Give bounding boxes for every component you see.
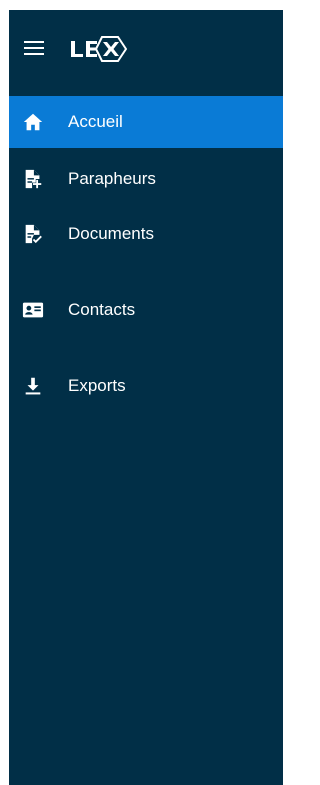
nav-item-exports[interactable]: Exports: [9, 360, 283, 412]
download-icon: [25, 377, 41, 395]
nav-item-label: Parapheurs: [68, 169, 156, 188]
nav-item-accueil[interactable]: Accueil: [9, 96, 283, 148]
nav-item-contacts[interactable]: Contacts: [9, 284, 283, 336]
nav-item-label: Documents: [68, 224, 154, 243]
hamburger-menu-icon[interactable]: [24, 40, 44, 56]
nav-item-label: Exports: [68, 376, 126, 395]
sidebar-header: [9, 10, 283, 94]
nav-item-parapheurs[interactable]: Parapheurs: [9, 153, 283, 205]
nav-item-label: Contacts: [68, 300, 136, 319]
nav-item-documents[interactable]: Documents: [9, 208, 283, 260]
contact-card-icon: [22, 302, 44, 318]
home-icon: [23, 113, 43, 131]
nav-item-label: Accueil: [68, 112, 123, 131]
document-check-icon: [25, 224, 42, 244]
app-logo[interactable]: [69, 36, 127, 62]
document-add-icon: [25, 169, 42, 189]
lex-logo-mark: [71, 36, 127, 62]
sidebar: Accueil Parapheurs Documents Contacts Ex…: [9, 10, 283, 785]
